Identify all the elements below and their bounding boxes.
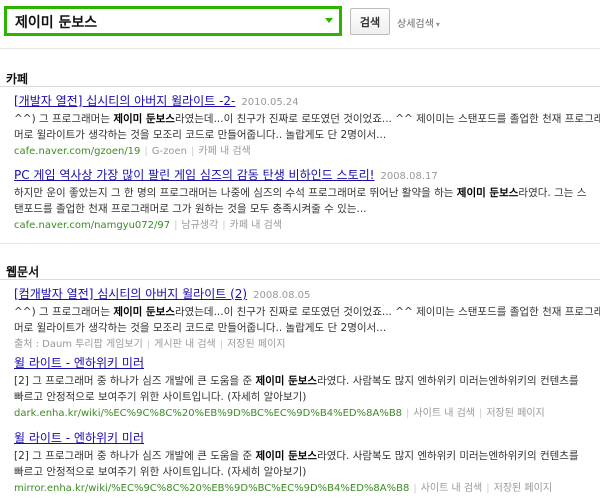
snippet-text: ^^) 그 프로그래머는 bbox=[14, 113, 114, 125]
result-meta: cafe.naver.com/namgyu072/97 | 남규생각 | 카페 내 검색 bbox=[14, 219, 594, 233]
search-within-link[interactable]: 카페 내 검색 bbox=[230, 220, 282, 231]
section-title-cafe: 카페 bbox=[6, 72, 29, 86]
result-date: 2008.08.17 bbox=[380, 171, 438, 182]
cached-page-link[interactable]: 저장된 페이지 bbox=[486, 408, 544, 419]
snippet-text: 라였는데...이 친구가 진짜로 로또였던 것이었죠... ^^ 제이미는 스탠… bbox=[174, 306, 600, 318]
separator: | bbox=[413, 483, 417, 494]
section-title-web: 웹문서 bbox=[6, 265, 40, 279]
result-title-row: 윌 라이트 - 엔하위키 미러 bbox=[14, 430, 594, 446]
separator: | bbox=[219, 339, 224, 350]
result-snippet: ^^) 그 프로그래머는 제이미 둔보스라였는데...이 친구가 진짜로 로또였… bbox=[14, 304, 600, 336]
result-title-link[interactable]: PC 게임 역사상 가장 많이 팔린 게임 심즈의 감동 탄생 비하인드 스토리… bbox=[14, 168, 374, 182]
snippet-highlight: 제이미 둔보스 bbox=[255, 450, 318, 462]
result-snippet: [2] 그 프로그래머 중 하나가 심즈 개발에 큰 도움을 준 제이미 둔보스… bbox=[14, 373, 594, 405]
snippet-text: 머로 윌라이트가 생각하는 것을 모조리 코드로 만들어줍니다.. 놀랍게도 단… bbox=[14, 129, 387, 141]
divider bbox=[0, 48, 600, 49]
search-button[interactable]: 검색 bbox=[350, 8, 390, 35]
snippet-text: 빠르고 안정적으로 보여주기 위한 사이트입니다. (자세히 알아보기) bbox=[14, 391, 307, 403]
snippet-text: ^^) 그 프로그래머는 bbox=[14, 306, 114, 318]
result-title-row: [개발자 열전] 십시티의 아버지 윌라이트 -2- 2010.05.24 bbox=[14, 93, 594, 109]
snippet-text: [2] 그 프로그래머 중 하나가 심즈 개발에 큰 도움을 준 bbox=[14, 375, 256, 387]
snippet-text: 라였는데...이 친구가 진짜로 로또였던 것이었죠... ^^ 제이미는 스탠… bbox=[174, 113, 600, 125]
search-box[interactable] bbox=[4, 6, 342, 36]
result-meta: mirror.enha.kr/wiki/%EC%9C%8C%20%EB%9D%B… bbox=[14, 482, 594, 496]
snippet-line: 머로 윌라이트가 생각하는 것을 모조리 코드로 만들어줍니다.. 놀랍게도 단… bbox=[14, 320, 594, 336]
result-meta: dark.enha.kr/wiki/%EC%9C%8C%20%EB%9D%BC%… bbox=[14, 407, 594, 421]
section-divider bbox=[0, 279, 600, 280]
result-snippet: ^^) 그 프로그래머는 제이미 둔보스라였는데...이 친구가 진짜로 로또였… bbox=[14, 111, 600, 143]
snippet-line: [2] 그 프로그래머 중 하나가 심즈 개발에 큰 도움을 준 제이미 둔보스… bbox=[14, 373, 594, 389]
result-item: PC 게임 역사상 가장 많이 팔린 게임 심즈의 감동 탄생 비하인드 스토리… bbox=[14, 167, 594, 233]
result-snippet: 하지만 운이 좋았는지 그 한 명의 프로그래머는 나중에 심즈의 수석 프로그… bbox=[14, 185, 594, 217]
chevron-down-icon: ▾ bbox=[435, 20, 440, 29]
separator: | bbox=[406, 408, 410, 419]
result-title-row: PC 게임 역사상 가장 많이 팔린 게임 심즈의 감동 탄생 비하인드 스토리… bbox=[14, 167, 594, 183]
search-within-link[interactable]: 게시판 내 검색 bbox=[154, 339, 216, 350]
separator: | bbox=[191, 146, 195, 157]
result-title-row: [컴개발자 열전] 심시티의 아버지 윌라이트 (2) 2008.08.05 bbox=[14, 286, 594, 302]
snippet-line: ^^) 그 프로그래머는 제이미 둔보스라였는데...이 친구가 진짜로 로또였… bbox=[14, 304, 600, 320]
search-input[interactable] bbox=[15, 12, 315, 32]
snippet-text: [2] 그 프로그래머 중 하나가 심즈 개발에 큰 도움을 준 bbox=[14, 450, 256, 462]
snippet-highlight: 제이미 둔보스 bbox=[113, 113, 175, 125]
separator: | bbox=[144, 146, 148, 157]
snippet-highlight: 제이미 둔보스 bbox=[255, 375, 318, 387]
result-snippet: [2] 그 프로그래머 중 하나가 심즈 개발에 큰 도움을 준 제이미 둔보스… bbox=[14, 448, 594, 480]
result-url[interactable]: cafe.naver.com/namgyu072/97 bbox=[14, 220, 170, 231]
result-source: G-zoen bbox=[151, 146, 188, 157]
result-date: 2010.05.24 bbox=[241, 97, 299, 108]
result-item: [컴개발자 열전] 심시티의 아버지 윌라이트 (2) 2008.08.05 ^^)… bbox=[14, 286, 600, 352]
snippet-text: 빠르고 안정적으로 보여주기 위한 사이트입니다. (자세히 알아보기) bbox=[14, 466, 307, 478]
snippet-line: ^^) 그 프로그래머는 제이미 둔보스라였는데...이 친구가 진짜로 로또였… bbox=[14, 111, 600, 127]
cached-page-link[interactable]: 저장된 페이지 bbox=[494, 483, 552, 494]
snippet-text: 라였다. 그는 스 bbox=[518, 187, 587, 199]
snippet-text: 머로 윌라이트가 생각하는 것을 모조리 코드로 만들어줍니다.. 놀랍게도 단… bbox=[14, 322, 387, 334]
result-title-link[interactable]: 윌 라이트 - 엔하위키 미러 bbox=[14, 431, 144, 445]
result-url[interactable]: dark.enha.kr/wiki/%EC%9C%8C%20%EB%9D%BC%… bbox=[14, 408, 402, 419]
snippet-line: 빠르고 안정적으로 보여주기 위한 사이트입니다. (자세히 알아보기) bbox=[14, 464, 594, 480]
search-within-link[interactable]: 사이트 내 검색 bbox=[421, 483, 483, 494]
result-url[interactable]: mirror.enha.kr/wiki/%EC%9C%8C%20%EB%9D%B… bbox=[14, 483, 409, 494]
divider bbox=[0, 243, 600, 244]
snippet-highlight: 제이미 둔보스 bbox=[113, 306, 175, 318]
result-meta: 출처 : Daum 투리팝 게임보기 | 게시판 내 검색 | 저장된 페이지 bbox=[14, 338, 594, 352]
result-title-link[interactable]: [컴개발자 열전] 심시티의 아버지 윌라이트 (2) bbox=[14, 287, 247, 301]
snippet-line: 머로 윌라이트가 생각하는 것을 모조리 코드로 만들어줍니다.. 놀랍게도 단… bbox=[14, 127, 594, 143]
snippet-text: 라였다. 사람복도 많지 엔하위키 미러는엔하위키의 컨텐츠를 bbox=[317, 375, 579, 387]
separator: | bbox=[478, 408, 483, 419]
snippet-highlight: 제이미 둔보스 bbox=[456, 187, 519, 199]
snippet-line: 하지만 운이 좋았는지 그 한 명의 프로그래머는 나중에 심즈의 수석 프로그… bbox=[14, 185, 594, 201]
detail-search-link[interactable]: 상세검색 ▾ bbox=[397, 15, 440, 30]
result-meta: cafe.naver.com/gzoen/19 | G-zoen | 카페 내 검색 bbox=[14, 145, 594, 159]
snippet-text: 하지만 운이 좋았는지 그 한 명의 프로그래머는 나중에 심즈의 수석 프로그… bbox=[14, 187, 457, 199]
search-within-link[interactable]: 카페 내 검색 bbox=[198, 146, 250, 157]
detail-search-label: 상세검색 bbox=[397, 19, 434, 30]
snippet-text: 라였다. 사람복도 많지 엔하위키 미러는엔하위키의 컨텐츠를 bbox=[317, 450, 579, 462]
result-title-link[interactable]: [개발자 열전] 십시티의 아버지 윌라이트 -2- bbox=[14, 94, 235, 108]
result-date: 2008.08.05 bbox=[253, 290, 311, 301]
result-title-link[interactable]: 윌 라이트 - 엔하위키 미러 bbox=[14, 356, 144, 370]
snippet-line: 탠포드를 졸업한 천재 프로그래머로 그가 원하는 것을 모두 충족시켜줄 수 … bbox=[14, 201, 594, 217]
search-within-link[interactable]: 사이트 내 검색 bbox=[413, 408, 475, 419]
snippet-line: [2] 그 프로그래머 중 하나가 심즈 개발에 큰 도움을 준 제이미 둔보스… bbox=[14, 448, 594, 464]
result-title-row: 윌 라이트 - 엔하위키 미러 bbox=[14, 355, 594, 371]
separator: | bbox=[174, 220, 178, 231]
section-divider bbox=[0, 86, 600, 87]
result-source: 남규생각 bbox=[181, 220, 219, 231]
result-url[interactable]: cafe.naver.com/gzoen/19 bbox=[14, 146, 140, 157]
search-bar: 검색 상세검색▾ bbox=[0, 0, 600, 50]
separator: | bbox=[486, 483, 490, 494]
result-source: 출처 : Daum 투리팝 게임보기 bbox=[14, 339, 143, 350]
result-item: 윌 라이트 - 엔하위키 미러 [2] 그 프로그래머 중 하나가 심즈 개발에 … bbox=[14, 430, 594, 496]
result-item: [개발자 열전] 십시티의 아버지 윌라이트 -2- 2010.05.24 ^^) … bbox=[14, 93, 600, 159]
result-item: 윌 라이트 - 엔하위키 미러 [2] 그 프로그래머 중 하나가 심즈 개발에 … bbox=[14, 355, 594, 421]
separator: | bbox=[222, 220, 226, 231]
separator: | bbox=[146, 339, 151, 350]
cached-page-link[interactable]: 저장된 페이지 bbox=[227, 339, 285, 350]
snippet-text: 탠포드를 졸업한 천재 프로그래머로 그가 원하는 것을 모두 충족시켜줄 수 … bbox=[14, 203, 367, 215]
chevron-down-icon[interactable] bbox=[325, 18, 333, 23]
snippet-line: 빠르고 안정적으로 보여주기 위한 사이트입니다. (자세히 알아보기) bbox=[14, 389, 594, 405]
